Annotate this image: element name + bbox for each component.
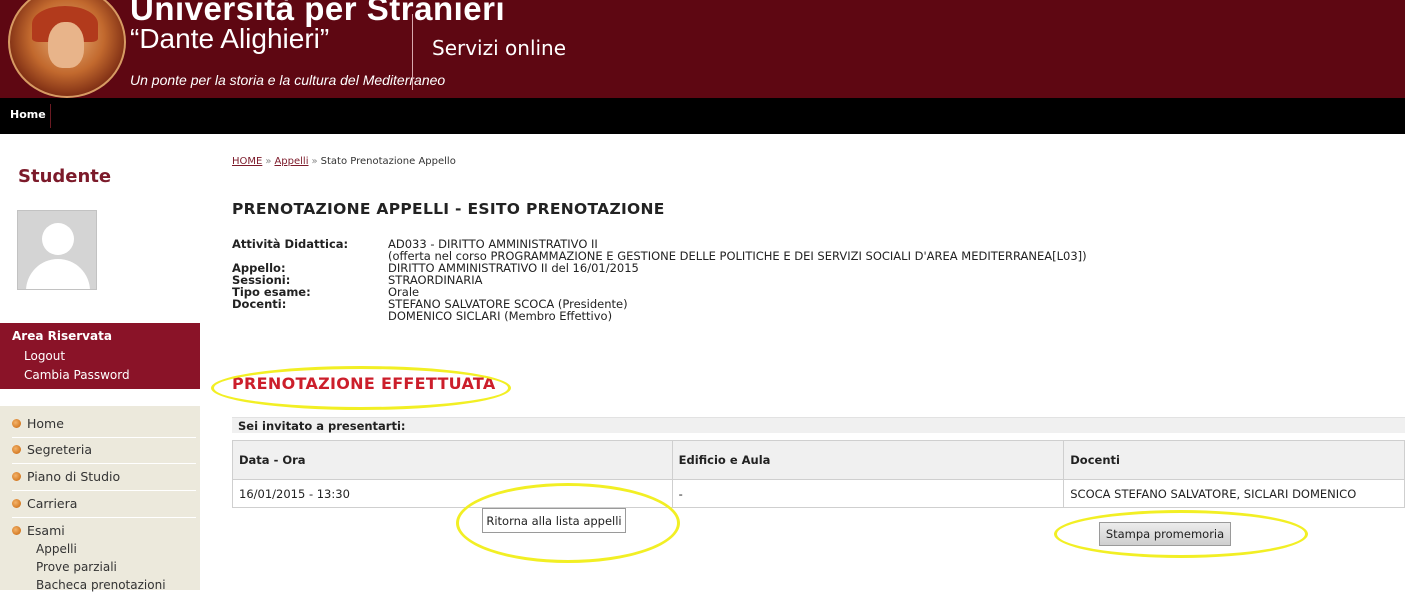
sidebar-item-carriera[interactable]: Carriera — [12, 496, 77, 511]
sidebar-menu: Home Segreteria Piano di Studio Carriera… — [0, 406, 200, 592]
sidebar-section-title: Studente — [18, 166, 112, 187]
sidebar-item-label: Segreteria — [27, 442, 92, 457]
nav-home-link[interactable]: Home — [10, 108, 46, 121]
sidebar-item-esami[interactable]: Esami — [12, 523, 65, 538]
avatar — [17, 210, 97, 290]
detail-value: DOMENICO SICLARI (Membro Effettivo) — [388, 309, 613, 323]
sidebar-item-home[interactable]: Home — [12, 416, 64, 431]
logout-link[interactable]: Logout — [24, 349, 65, 363]
nav-divider — [50, 104, 51, 128]
sidebar-item-segreteria[interactable]: Segreteria — [12, 442, 92, 457]
services-title: Servizi online — [432, 36, 567, 60]
back-to-appelli-button[interactable]: Ritorna alla lista appelli — [482, 508, 626, 533]
invitation-bar: Sei invitato a presentarti: — [232, 417, 1405, 433]
cell-data-ora: 16/01/2015 - 13:30 — [232, 479, 673, 508]
avatar-body-icon — [26, 259, 90, 289]
menu-divider — [12, 437, 196, 438]
page-title: PRENOTAZIONE APPELLI - ESITO PRENOTAZION… — [232, 200, 665, 218]
column-header-data-ora: Data - Ora — [232, 440, 673, 480]
area-riservata-title: Area Riservata — [12, 329, 112, 343]
column-header-edificio-aula: Edificio e Aula — [671, 440, 1065, 480]
invitation-label: Sei invitato a presentarti: — [238, 419, 406, 433]
breadcrumb-separator: » — [265, 156, 272, 167]
bullet-icon — [12, 499, 21, 508]
menu-divider — [12, 490, 196, 491]
cell-edificio-aula: - — [671, 479, 1065, 508]
breadcrumb-separator: » — [311, 156, 318, 167]
print-reminder-button[interactable]: Stampa promemoria — [1099, 522, 1231, 546]
menu-divider — [12, 463, 196, 464]
breadcrumb: HOME» Appelli» Stato Prenotazione Appello — [232, 156, 456, 167]
logo-face-shape — [48, 22, 84, 68]
bullet-icon — [12, 526, 21, 535]
sidebar-item-label: Home — [27, 416, 64, 431]
avatar-head-icon — [42, 223, 74, 255]
menu-divider — [12, 517, 196, 518]
university-subtitle: “Dante Alighieri” — [130, 23, 330, 54]
column-header-docenti: Docenti — [1063, 440, 1405, 480]
site-header: Università per Stranieri “Dante Alighier… — [0, 0, 1405, 98]
sidebar-item-label: Carriera — [27, 496, 78, 511]
table-header-row: Data - Ora Edificio e Aula Docenti — [232, 440, 1405, 480]
detail-label: Attività Didattica: — [232, 237, 349, 251]
submenu-prove-parziali[interactable]: Prove parziali — [36, 560, 117, 574]
table-row: 16/01/2015 - 13:30 - SCOCA STEFANO SALVA… — [232, 479, 1405, 508]
change-password-link[interactable]: Cambia Password — [24, 368, 130, 382]
booking-result-status: PRENOTAZIONE EFFETTUATA — [232, 374, 496, 393]
breadcrumb-home-link[interactable]: HOME — [232, 156, 262, 167]
bullet-icon — [12, 419, 21, 428]
sidebar-item-label: Piano di Studio — [27, 469, 121, 484]
bullet-icon — [12, 472, 21, 481]
detail-label: Docenti: — [232, 297, 287, 311]
cell-docenti: SCOCA STEFANO SALVATORE, SICLARI DOMENIC… — [1063, 479, 1405, 508]
header-divider — [412, 14, 413, 90]
university-logo[interactable] — [8, 0, 126, 98]
top-navbar: Home — [0, 98, 1405, 134]
breadcrumb-current: Stato Prenotazione Appello — [320, 156, 456, 167]
submenu-appelli[interactable]: Appelli — [36, 542, 77, 556]
sidebar-item-piano-di-studio[interactable]: Piano di Studio — [12, 469, 120, 484]
sidebar-item-label: Esami — [27, 523, 65, 538]
exam-schedule-table: Data - Ora Edificio e Aula Docenti 16/01… — [232, 440, 1405, 508]
university-motto: Un ponte per la storia e la cultura del … — [130, 72, 446, 88]
bullet-icon — [12, 445, 21, 454]
breadcrumb-appelli-link[interactable]: Appelli — [274, 156, 308, 167]
area-riservata-panel: Area Riservata Logout Cambia Password — [0, 323, 200, 389]
